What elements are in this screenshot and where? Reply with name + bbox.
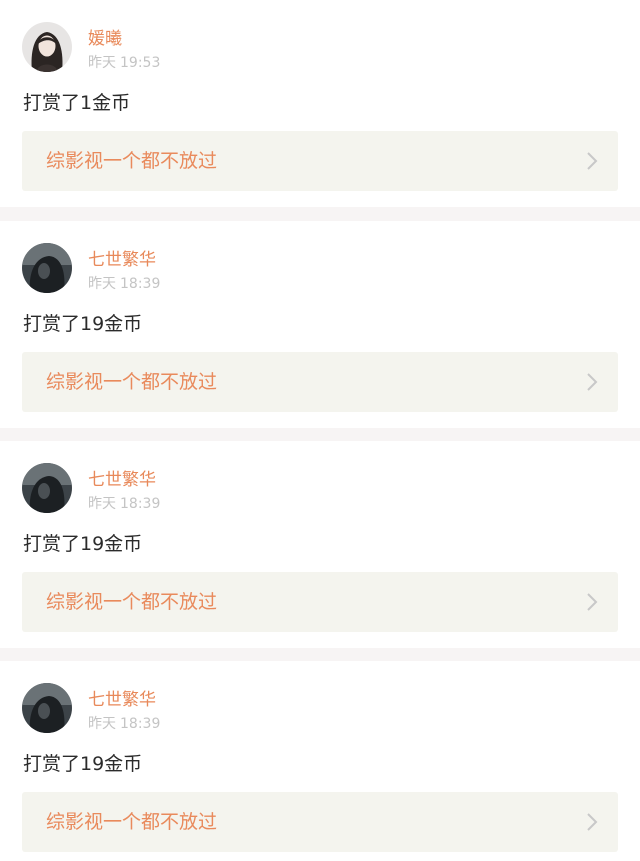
post-time: 昨天 18:39 [88, 495, 160, 513]
user-name[interactable]: 媛曦 [88, 28, 122, 50]
reward-card: 七世繁华 昨天 18:39 打赏了19金币 综影视一个都不放过 [0, 221, 640, 428]
post-clock: 19:53 [120, 55, 161, 71]
user-name[interactable]: 七世繁华 [88, 469, 156, 491]
user-avatar[interactable] [22, 22, 72, 72]
reward-card: 媛曦 昨天 19:53 打赏了1金币 综影视一个都不放过 [0, 0, 640, 207]
user-avatar[interactable] [22, 243, 72, 293]
post-time: 昨天 18:39 [88, 275, 160, 293]
user-name[interactable]: 七世繁华 [88, 689, 156, 711]
reward-text: 打赏了1金币 [23, 92, 131, 114]
post-day: 昨天 [88, 716, 116, 732]
dark-figure-icon [22, 243, 72, 293]
dark-figure-icon [22, 683, 72, 733]
post-clock: 18:39 [120, 716, 161, 732]
reward-card: 七世繁华 昨天 18:39 打赏了19金币 综影视一个都不放过 [0, 661, 640, 861]
book-link[interactable]: 综影视一个都不放过 [22, 572, 618, 632]
book-title: 综影视一个都不放过 [46, 591, 218, 613]
post-time: 昨天 18:39 [88, 715, 160, 733]
chevron-right-icon [586, 812, 598, 832]
reward-text: 打赏了19金币 [23, 313, 143, 335]
user-avatar[interactable] [22, 683, 72, 733]
reward-text: 打赏了19金币 [23, 533, 143, 555]
reward-feed: 媛曦 昨天 19:53 打赏了1金币 综影视一个都不放过 七世繁华 昨天 18:39… [0, 0, 640, 861]
user-avatar[interactable] [22, 463, 72, 513]
chevron-right-icon [586, 592, 598, 612]
post-day: 昨天 [88, 496, 116, 512]
post-time: 昨天 19:53 [88, 54, 160, 72]
post-day: 昨天 [88, 276, 116, 292]
user-name[interactable]: 七世繁华 [88, 249, 156, 271]
reward-card: 七世繁华 昨天 18:39 打赏了19金币 综影视一个都不放过 [0, 441, 640, 648]
post-day: 昨天 [88, 55, 116, 71]
post-clock: 18:39 [120, 496, 161, 512]
book-link[interactable]: 综影视一个都不放过 [22, 792, 618, 852]
post-clock: 18:39 [120, 276, 161, 292]
book-link[interactable]: 综影视一个都不放过 [22, 131, 618, 191]
book-title: 综影视一个都不放过 [46, 371, 218, 393]
book-title: 综影视一个都不放过 [46, 150, 218, 172]
dark-figure-icon [22, 463, 72, 513]
book-link[interactable]: 综影视一个都不放过 [22, 352, 618, 412]
book-title: 综影视一个都不放过 [46, 811, 218, 833]
girl-portrait-icon [22, 22, 72, 72]
chevron-right-icon [586, 151, 598, 171]
reward-text: 打赏了19金币 [23, 753, 143, 775]
chevron-right-icon [586, 372, 598, 392]
